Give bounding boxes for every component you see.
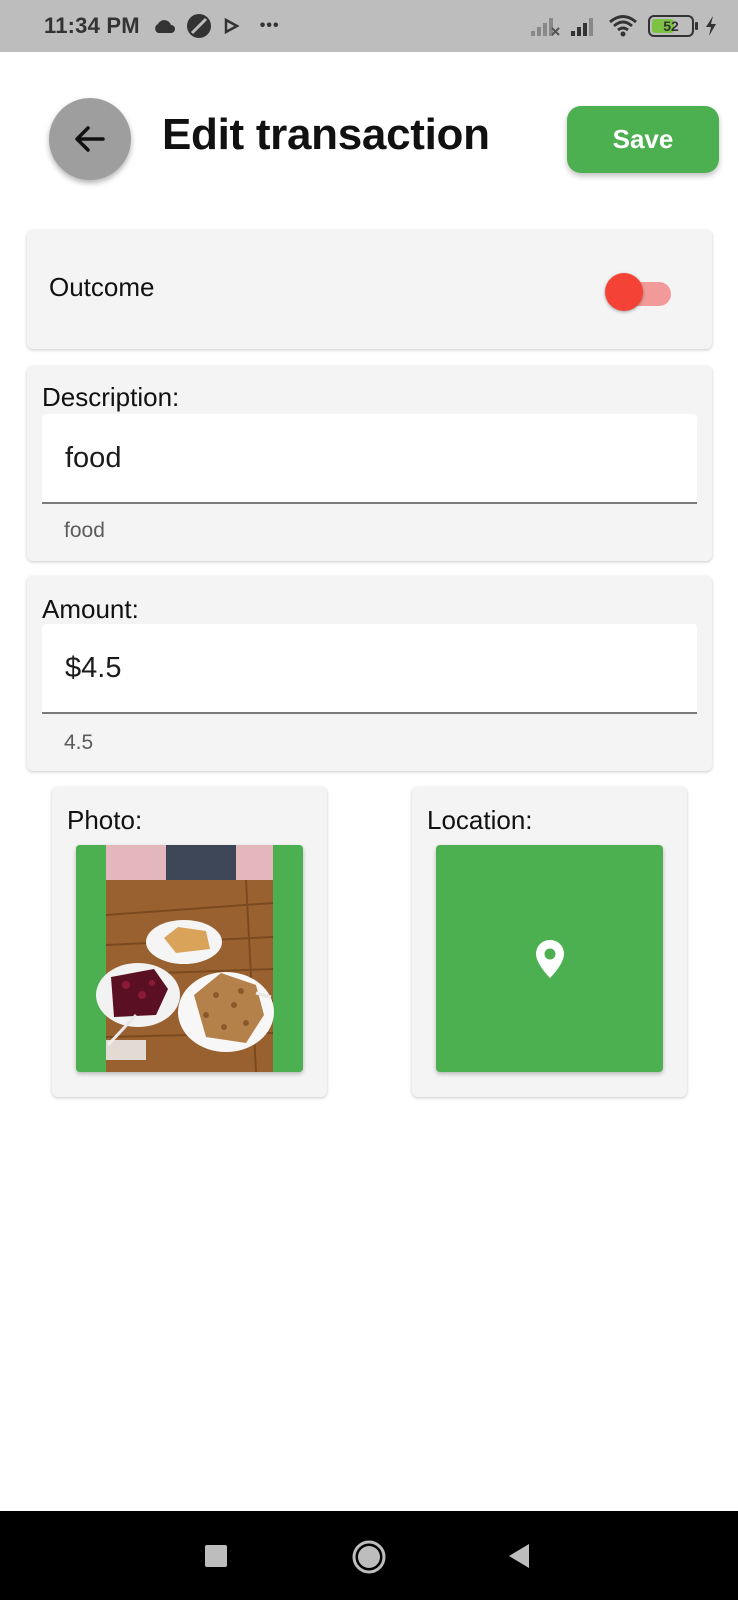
outcome-label: Outcome [49,272,155,302]
signal-icon [571,18,593,36]
description-card: Description: food food [27,366,712,561]
food-photo-image [76,845,303,1072]
arrow-left-icon [75,126,105,152]
save-button[interactable]: Save [567,106,719,173]
battery-icon: 52 [648,15,698,37]
signal-no-icon [531,18,560,36]
edit-transaction-screen: 11:34 PM ••• 52 Edit transaction Save Ou… [0,0,738,1600]
description-helper: food [64,519,105,542]
location-button[interactable] [436,845,663,1072]
amount-label: Amount: [42,594,139,624]
page-title: Edit transaction [162,110,490,159]
status-bar: 11:34 PM ••• 52 [0,0,738,52]
play-icon [224,17,240,35]
back-button[interactable] [49,98,131,180]
amount-card: Amount: $4.5 4.5 [27,576,712,771]
status-time: 11:34 PM [44,13,140,38]
battery-percent: 52 [663,18,679,34]
home-circle-icon[interactable] [351,1539,387,1575]
back-triangle-icon[interactable] [507,1543,531,1569]
wifi-icon [609,15,637,37]
cloud-icon [154,20,175,33]
charging-icon [706,16,716,36]
description-label: Description: [42,382,180,412]
recents-square-icon[interactable] [204,1544,228,1568]
toggle-thumb [605,273,643,311]
more-notifications-icon: ••• [259,17,280,34]
navigation-bar [0,1511,738,1600]
amount-helper: 4.5 [64,731,94,754]
circle-slash-icon [186,14,211,38]
photo-thumbnail[interactable] [76,845,303,1072]
location-label: Location: [427,805,533,835]
map-pin-icon [535,939,564,978]
outcome-toggle[interactable] [605,273,673,311]
status-right-icons: 52 [530,14,718,38]
status-left-icons: ••• [152,13,280,39]
amount-input[interactable]: $4.5 [42,624,697,714]
photo-label: Photo: [67,805,143,835]
description-input[interactable]: food [42,414,697,504]
